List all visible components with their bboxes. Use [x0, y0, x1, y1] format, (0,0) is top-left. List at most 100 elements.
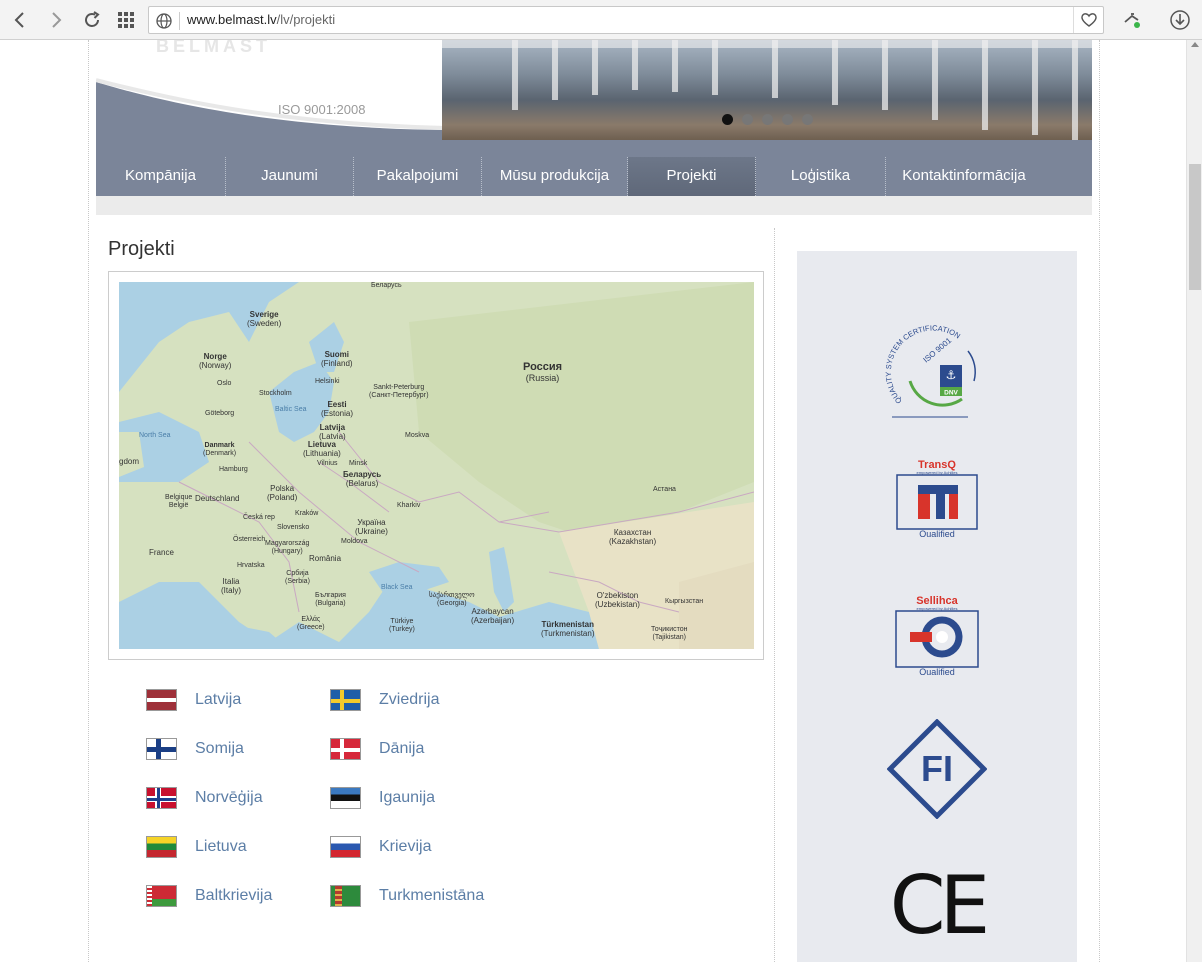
- country-link[interactable]: Norvēģija: [195, 789, 263, 807]
- back-icon[interactable]: [6, 6, 34, 34]
- list-item[interactable]: Igaunija: [330, 786, 435, 810]
- nav-item-projekti[interactable]: Projekti: [628, 157, 756, 196]
- bookmark-heart-icon[interactable]: [1073, 7, 1103, 33]
- extension-icon[interactable]: [1118, 6, 1146, 34]
- map-label: Belgique België: [165, 494, 193, 509]
- iso-label: ISO 9001:2008: [278, 102, 366, 117]
- country-link[interactable]: Krievija: [379, 838, 431, 856]
- list-item[interactable]: Zviedrija: [330, 688, 439, 712]
- list-item[interactable]: Krievija: [330, 835, 431, 859]
- url-text[interactable]: www.belmast.lv/lv/projekti: [187, 12, 335, 27]
- fi-certification-logo: FI: [886, 718, 988, 820]
- list-item[interactable]: Lietuva: [146, 835, 247, 859]
- map-label: Göteborg: [205, 410, 235, 417]
- slider-dot[interactable]: [762, 114, 773, 125]
- denmark-flag-icon: [330, 738, 361, 760]
- nav-item-kontaktinformacija[interactable]: Kontaktinformācija: [886, 157, 1042, 196]
- speed-dial-icon[interactable]: [112, 6, 140, 34]
- forward-icon[interactable]: [42, 6, 70, 34]
- map-label: საქართველო (Georgia): [429, 592, 475, 607]
- country-link[interactable]: Somija: [195, 740, 244, 758]
- nav-item-jaunumi[interactable]: Jaunumi: [226, 157, 354, 196]
- country-link[interactable]: Dānija: [379, 740, 424, 758]
- nav-item-kompanija[interactable]: Kompānija: [96, 157, 226, 196]
- ce-text: CE: [890, 865, 986, 941]
- map-label: Danmark (Denmark): [203, 442, 237, 457]
- map-label: Тоҷикистон (Tajikistan): [651, 626, 688, 641]
- slider-dot[interactable]: [802, 114, 813, 125]
- map-label: Slovensko: [277, 524, 310, 531]
- country-link[interactable]: Latvija: [195, 691, 241, 709]
- map-label: България (Bulgaria): [315, 592, 346, 607]
- site-header: BELMAST ISO 9001:2008: [96, 40, 1092, 140]
- slider-dot[interactable]: [722, 114, 733, 125]
- vertical-scrollbar[interactable]: [1186, 40, 1202, 962]
- ce-mark-logo: CE: [887, 859, 992, 952]
- browser-toolbar: www.belmast.lv/lv/projekti: [0, 0, 1202, 40]
- map-label: Србија (Serbia): [285, 570, 310, 585]
- map-label: Moldova: [341, 538, 368, 545]
- list-item[interactable]: Norvēģija: [146, 786, 263, 810]
- map-label: gdom: [119, 457, 140, 466]
- finland-flag-icon: [146, 738, 177, 760]
- country-link[interactable]: Lietuva: [195, 838, 247, 856]
- map-label: Black Sea: [381, 584, 413, 591]
- latvia-flag-icon: [146, 689, 177, 711]
- url-host: www.belmast.lv: [187, 12, 277, 27]
- list-item[interactable]: Somija: [146, 737, 244, 761]
- map-label: Hamburg: [219, 466, 248, 473]
- map-label: Suomi (Finland): [321, 350, 353, 368]
- sweden-flag-icon: [330, 689, 361, 711]
- map-label: Österreich: [233, 536, 266, 543]
- sellihca-qualified: Qualified: [919, 667, 955, 675]
- transq-qualified-logo: TransQ empowered by Achilles Qualified: [892, 457, 982, 539]
- map-label: Magyarország (Hungary): [265, 540, 310, 555]
- map-label: Latvija (Latvia): [319, 423, 346, 441]
- country-link[interactable]: Igaunija: [379, 789, 435, 807]
- map-label: Oslo: [217, 380, 232, 387]
- map-label: Helsinki: [315, 378, 340, 385]
- list-item[interactable]: Baltkrievija: [146, 884, 272, 908]
- scroll-up-icon[interactable]: [1191, 42, 1199, 47]
- nav-item-musu-produkcija[interactable]: Mūsu produkcija: [482, 157, 628, 196]
- country-link[interactable]: Baltkrievija: [195, 887, 272, 905]
- certifications-sidebar: QUALITY SYSTEM CERTIFICATION ⚓ DNV ISO 9…: [797, 251, 1077, 962]
- web-viewport: BELMAST ISO 9001:2008 Kompānija Jaunumi …: [0, 40, 1186, 962]
- reload-icon[interactable]: [78, 6, 106, 34]
- list-item[interactable]: Dānija: [330, 737, 424, 761]
- map-label: Stockholm: [259, 390, 292, 397]
- map-label: Kraków: [295, 510, 319, 517]
- nav-item-logistika[interactable]: Loģistika: [756, 157, 886, 196]
- map-label: Кыргызстан: [665, 598, 704, 605]
- map-label: North Sea: [139, 432, 171, 439]
- dnv-badge-text: DNV: [944, 390, 958, 397]
- map-label: Kharkiv: [397, 502, 421, 509]
- country-link[interactable]: Turkmenistāna: [379, 887, 484, 905]
- country-link[interactable]: Zviedrija: [379, 691, 439, 709]
- lithuania-flag-icon: [146, 836, 177, 858]
- map-label: Беларусь (Belarus): [343, 470, 382, 488]
- russia-flag-icon: [330, 836, 361, 858]
- map-label: România: [309, 554, 342, 563]
- fi-text: FI: [921, 748, 953, 789]
- download-icon[interactable]: [1166, 6, 1194, 34]
- nav-item-pakalpojumi[interactable]: Pakalpojumi: [354, 157, 482, 196]
- subnav-bar: [96, 196, 1092, 215]
- page-title: Projekti: [108, 238, 175, 260]
- list-item[interactable]: Turkmenistāna: [330, 884, 484, 908]
- slider-dot[interactable]: [782, 114, 793, 125]
- map-label: Sankt-Peterburg (Санкт-Петербург): [369, 384, 429, 399]
- slider-dot[interactable]: [742, 114, 753, 125]
- projects-map[interactable]: Svеrige (Sweden) Norge (Norway) Suomi (Finl…: [119, 282, 754, 649]
- svg-text:BELMAST: BELMAST: [156, 40, 271, 56]
- list-item[interactable]: Latvija: [146, 688, 241, 712]
- scrollbar-thumb[interactable]: [1189, 164, 1201, 290]
- map-label: Ελλάς (Greece): [297, 616, 325, 631]
- map-label: Україна (Ukraine): [355, 518, 388, 536]
- sellihca-qualified-logo: Sellihca empowered by Achilles Qualified: [892, 593, 982, 677]
- map-label: Azərbaycan (Azerbaijan): [471, 607, 515, 625]
- turkmenistan-flag-icon: [330, 885, 361, 907]
- dnv-iso-certification-logo: QUALITY SYSTEM CERTIFICATION ⚓ DNV ISO 9…: [882, 321, 992, 421]
- address-bar[interactable]: www.belmast.lv/lv/projekti: [148, 6, 1104, 34]
- page-container: BELMAST ISO 9001:2008 Kompānija Jaunumi …: [88, 40, 1100, 962]
